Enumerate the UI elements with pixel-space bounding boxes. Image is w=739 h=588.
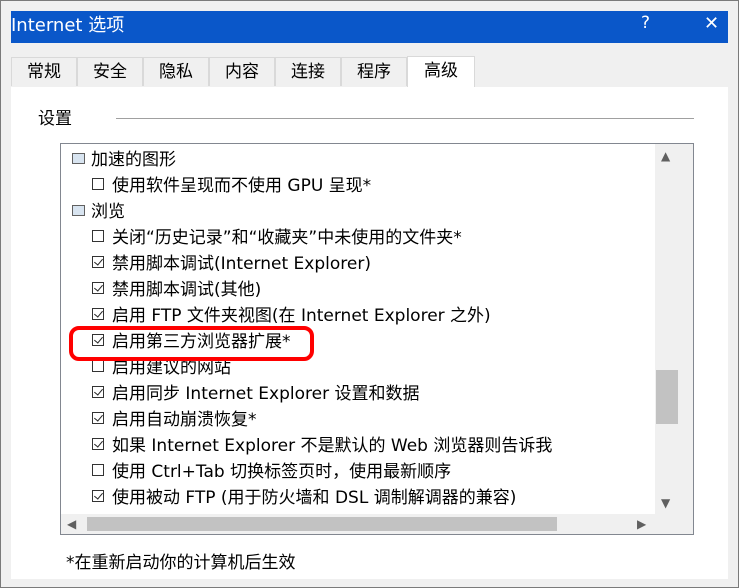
checkbox-checked[interactable] <box>92 386 104 398</box>
setting-option[interactable]: 禁用脚本调试(Internet Explorer) <box>92 251 371 277</box>
tab-connections[interactable]: 连接 <box>275 57 341 86</box>
setting-label: 如果 Internet Explorer 不是默认的 Web 浏览器则告诉我 <box>112 436 553 456</box>
setting-label: 加速的图形 <box>91 150 176 170</box>
setting-option[interactable]: 使用被动 FTP (用于防火墙和 DSL 调制解调器的兼容) <box>92 485 516 511</box>
setting-option[interactable]: 关闭“历史记录”和“收藏夹”中未使用的文件夹* <box>92 225 462 251</box>
help-button[interactable]: ? <box>641 11 650 35</box>
annotation-highlight-box <box>69 326 314 361</box>
checkbox-checked[interactable] <box>92 308 104 320</box>
setting-label: 启用同步 Internet Explorer 设置和数据 <box>112 384 420 404</box>
settings-group-label: 设置 <box>38 109 72 129</box>
vertical-scrollbar[interactable]: ▲ ▼ <box>655 144 693 514</box>
category-icon <box>72 204 85 216</box>
close-button[interactable]: ✕ <box>704 12 719 36</box>
checkbox-checked[interactable] <box>92 438 104 450</box>
setting-label: 禁用脚本调试(Internet Explorer) <box>112 254 371 274</box>
tab-programs[interactable]: 程序 <box>341 57 407 86</box>
title-bar: Internet 选项 ? ✕ <box>11 11 728 43</box>
checkbox-checked[interactable] <box>92 256 104 268</box>
tab-privacy[interactable]: 隐私 <box>143 57 209 86</box>
tab-general[interactable]: 常规 <box>11 57 77 86</box>
setting-label: 关闭“历史记录”和“收藏夹”中未使用的文件夹* <box>112 228 462 248</box>
horizontal-scroll-thumb[interactable] <box>87 517 557 531</box>
setting-label: 使用被动 FTP (用于防火墙和 DSL 调制解调器的兼容) <box>112 488 517 508</box>
group-divider <box>116 118 694 119</box>
setting-option[interactable]: 使用软件呈现而不使用 GPU 呈现* <box>92 173 371 199</box>
setting-option[interactable]: 禁用脚本调试(其他) <box>92 277 261 303</box>
restart-footnote: *在重新启动你的计算机后生效 <box>66 553 296 573</box>
setting-label: 启用 FTP 文件夹视图(在 Internet Explorer 之外) <box>112 306 491 326</box>
vertical-scroll-thumb[interactable] <box>656 370 678 424</box>
checkbox-checked[interactable] <box>92 282 104 294</box>
checkbox-unchecked[interactable] <box>92 360 104 372</box>
tab-security[interactable]: 安全 <box>77 57 143 86</box>
scroll-right-arrow-icon[interactable]: ▶ <box>637 517 646 531</box>
checkbox-checked[interactable] <box>92 412 104 424</box>
category-icon <box>72 152 85 164</box>
internet-options-dialog: Internet 选项 ? ✕ 常规 安全 隐私 内容 连接 程序 高级 设置 … <box>0 0 739 588</box>
tab-content[interactable]: 内容 <box>209 57 275 86</box>
setting-option[interactable]: 启用自动崩溃恢复* <box>92 407 257 433</box>
category-header: 浏览 <box>72 199 125 225</box>
setting-label: 使用软件呈现而不使用 GPU 呈现* <box>112 176 372 196</box>
setting-label: 浏览 <box>91 202 125 222</box>
checkbox-checked[interactable] <box>92 490 104 502</box>
setting-label: 使用 Ctrl+Tab 切换标签页时，使用最新顺序 <box>112 462 452 482</box>
setting-option[interactable]: 如果 Internet Explorer 不是默认的 Web 浏览器则告诉我 <box>92 433 552 459</box>
checkbox-unchecked[interactable] <box>92 230 104 242</box>
checkbox-unchecked[interactable] <box>92 178 104 190</box>
setting-label: 启用建议的网站 <box>112 358 231 378</box>
checkbox-unchecked[interactable] <box>92 464 104 476</box>
tab-advanced[interactable]: 高级 <box>407 56 475 88</box>
window-title: Internet 选项 <box>11 15 125 36</box>
horizontal-scrollbar[interactable]: ◀ ▶ <box>61 514 693 534</box>
category-header: 加速的图形 <box>72 147 176 173</box>
tab-strip: 常规 安全 隐私 内容 连接 程序 高级 <box>11 43 728 88</box>
scroll-down-arrow-icon[interactable]: ▼ <box>661 496 670 510</box>
setting-option[interactable]: 使用 Ctrl+Tab 切换标签页时，使用最新顺序 <box>92 459 451 485</box>
setting-option[interactable]: 启用同步 Internet Explorer 设置和数据 <box>92 381 420 407</box>
scroll-left-arrow-icon[interactable]: ◀ <box>67 517 76 531</box>
scroll-up-arrow-icon[interactable]: ▲ <box>661 149 670 163</box>
setting-label: 启用自动崩溃恢复* <box>112 410 257 430</box>
setting-label: 禁用脚本调试(其他) <box>112 280 262 300</box>
